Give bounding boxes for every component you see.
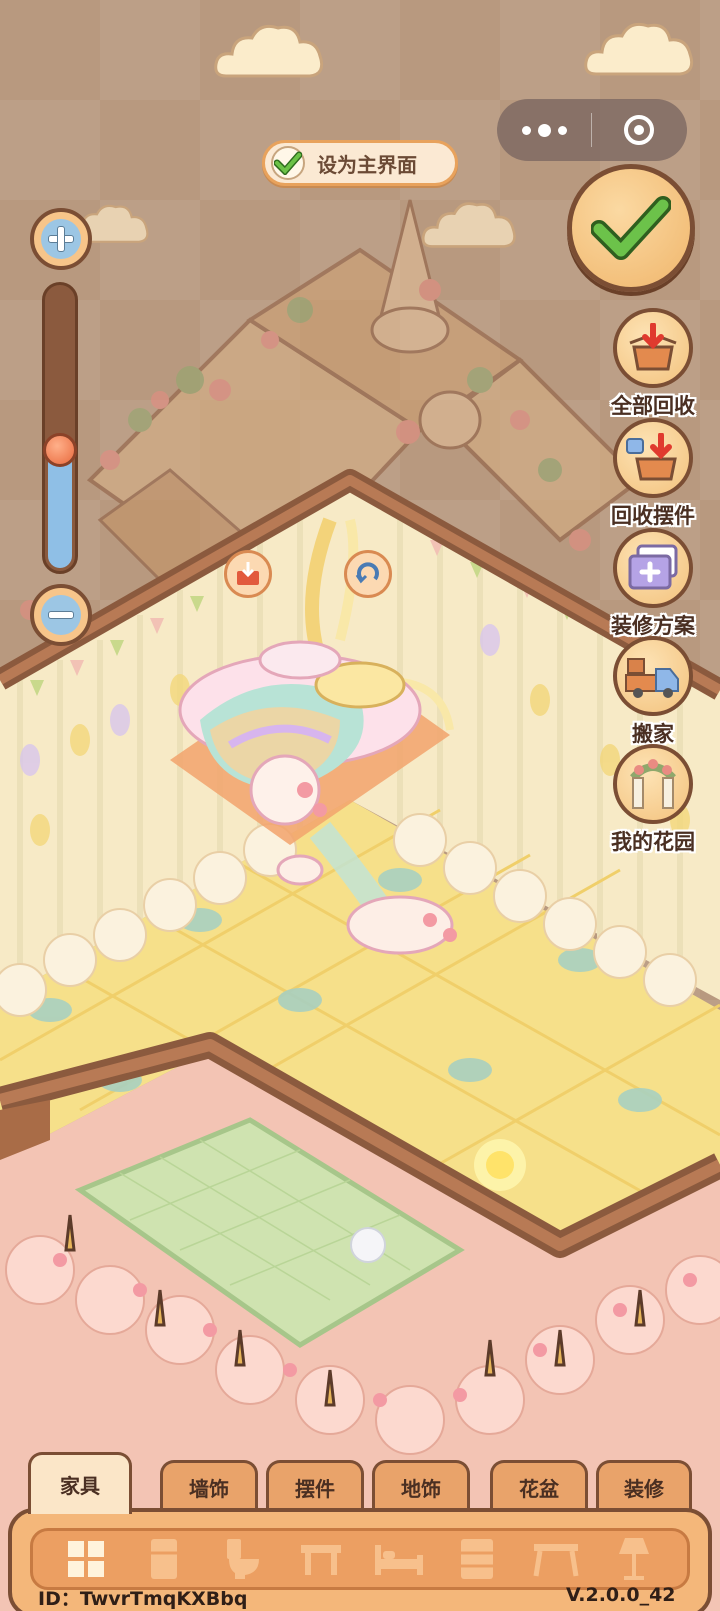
furniture-category-bar	[30, 1528, 690, 1590]
checkmark-icon	[274, 151, 302, 175]
recycle-all-icon	[629, 323, 677, 371]
recycle-item-icon	[626, 433, 677, 481]
category-tabs: 墙饰 摆件 地饰 花盆 装修 家具	[28, 1452, 692, 1514]
set-as-home-label: 设为主界面	[317, 152, 417, 177]
category-cabinet[interactable]	[451, 1536, 503, 1582]
tab-label: 墙饰	[189, 1477, 229, 1501]
cabinet-icon	[461, 1539, 494, 1579]
tab-label: 摆件	[295, 1477, 335, 1501]
rotate-furniture-button[interactable]	[344, 550, 392, 598]
tab-flowerpots[interactable]: 花盆	[490, 1460, 588, 1512]
tab-renovation[interactable]: 装修	[596, 1460, 692, 1512]
checkbox[interactable]	[271, 146, 305, 180]
category-fridge[interactable]	[138, 1536, 190, 1582]
garden-arch-icon	[630, 759, 676, 809]
decoration-plan-button[interactable]: 装修方案	[611, 528, 695, 640]
tab-ornaments[interactable]: 摆件	[266, 1460, 364, 1512]
moving-truck-icon	[625, 658, 679, 698]
fridge-icon	[151, 1539, 178, 1579]
target-circle-icon[interactable]	[592, 115, 686, 145]
table-icon	[300, 1545, 341, 1575]
zoom-in-icon	[41, 219, 81, 259]
decoration-plan-icon	[628, 544, 678, 590]
set-as-home-toggle[interactable]: 设为主界面	[262, 140, 458, 186]
side-label: 我的花园	[611, 830, 695, 854]
zoom-in-button[interactable]	[30, 208, 92, 270]
confirm-button[interactable]	[567, 164, 695, 292]
mini-program-capsule	[497, 99, 687, 161]
tab-furniture[interactable]: 家具	[28, 1452, 132, 1514]
recycle-all-button[interactable]: 全部回收	[611, 308, 695, 420]
version-label: V.2.0.0_42	[566, 1584, 676, 1606]
tab-label: 装修	[624, 1477, 664, 1501]
my-garden-button[interactable]: 我的花园	[611, 744, 695, 856]
more-dots-icon[interactable]	[497, 123, 591, 137]
category-lamp[interactable]	[608, 1536, 660, 1582]
bed-icon	[375, 1545, 424, 1575]
rotate-icon	[355, 562, 379, 584]
store-icon	[237, 562, 259, 585]
tab-label: 花盆	[519, 1477, 559, 1501]
all-grid-icon	[68, 1541, 105, 1577]
tab-label: 地饰	[401, 1477, 441, 1501]
zoom-slider[interactable]	[42, 282, 78, 574]
category-toilet[interactable]	[217, 1536, 269, 1582]
category-desk[interactable]	[530, 1536, 582, 1582]
desk-icon	[533, 1544, 579, 1577]
toilet-icon	[226, 1539, 259, 1579]
zoom-slider-handle[interactable]	[43, 433, 77, 467]
store-furniture-button[interactable]	[224, 550, 272, 598]
checkmark-icon	[591, 196, 671, 260]
lamp-icon	[618, 1538, 649, 1580]
player-id: ID：TwvrTmqKXBbq	[38, 1588, 248, 1610]
zoom-out-button[interactable]	[30, 584, 92, 646]
category-table[interactable]	[295, 1536, 347, 1582]
tab-floor-decor[interactable]: 地饰	[372, 1460, 470, 1512]
zoom-out-icon	[41, 595, 81, 635]
category-bed[interactable]	[373, 1536, 425, 1582]
zoom-slider-fill	[48, 450, 72, 568]
moving-button[interactable]: 搬家	[612, 636, 694, 748]
category-all[interactable]	[60, 1536, 112, 1582]
game-background: 设为主界面 全部回收 回收摆件 装修方案 搬家 我的花园 墙饰 摆件 地饰 花盆…	[0, 0, 720, 1611]
side-label: 回收摆件	[611, 504, 695, 528]
recycle-item-button[interactable]: 回收摆件	[611, 418, 695, 530]
tab-label: 家具	[60, 1474, 100, 1498]
tab-wall-decor[interactable]: 墙饰	[160, 1460, 258, 1512]
side-label: 全部回收	[611, 394, 695, 418]
